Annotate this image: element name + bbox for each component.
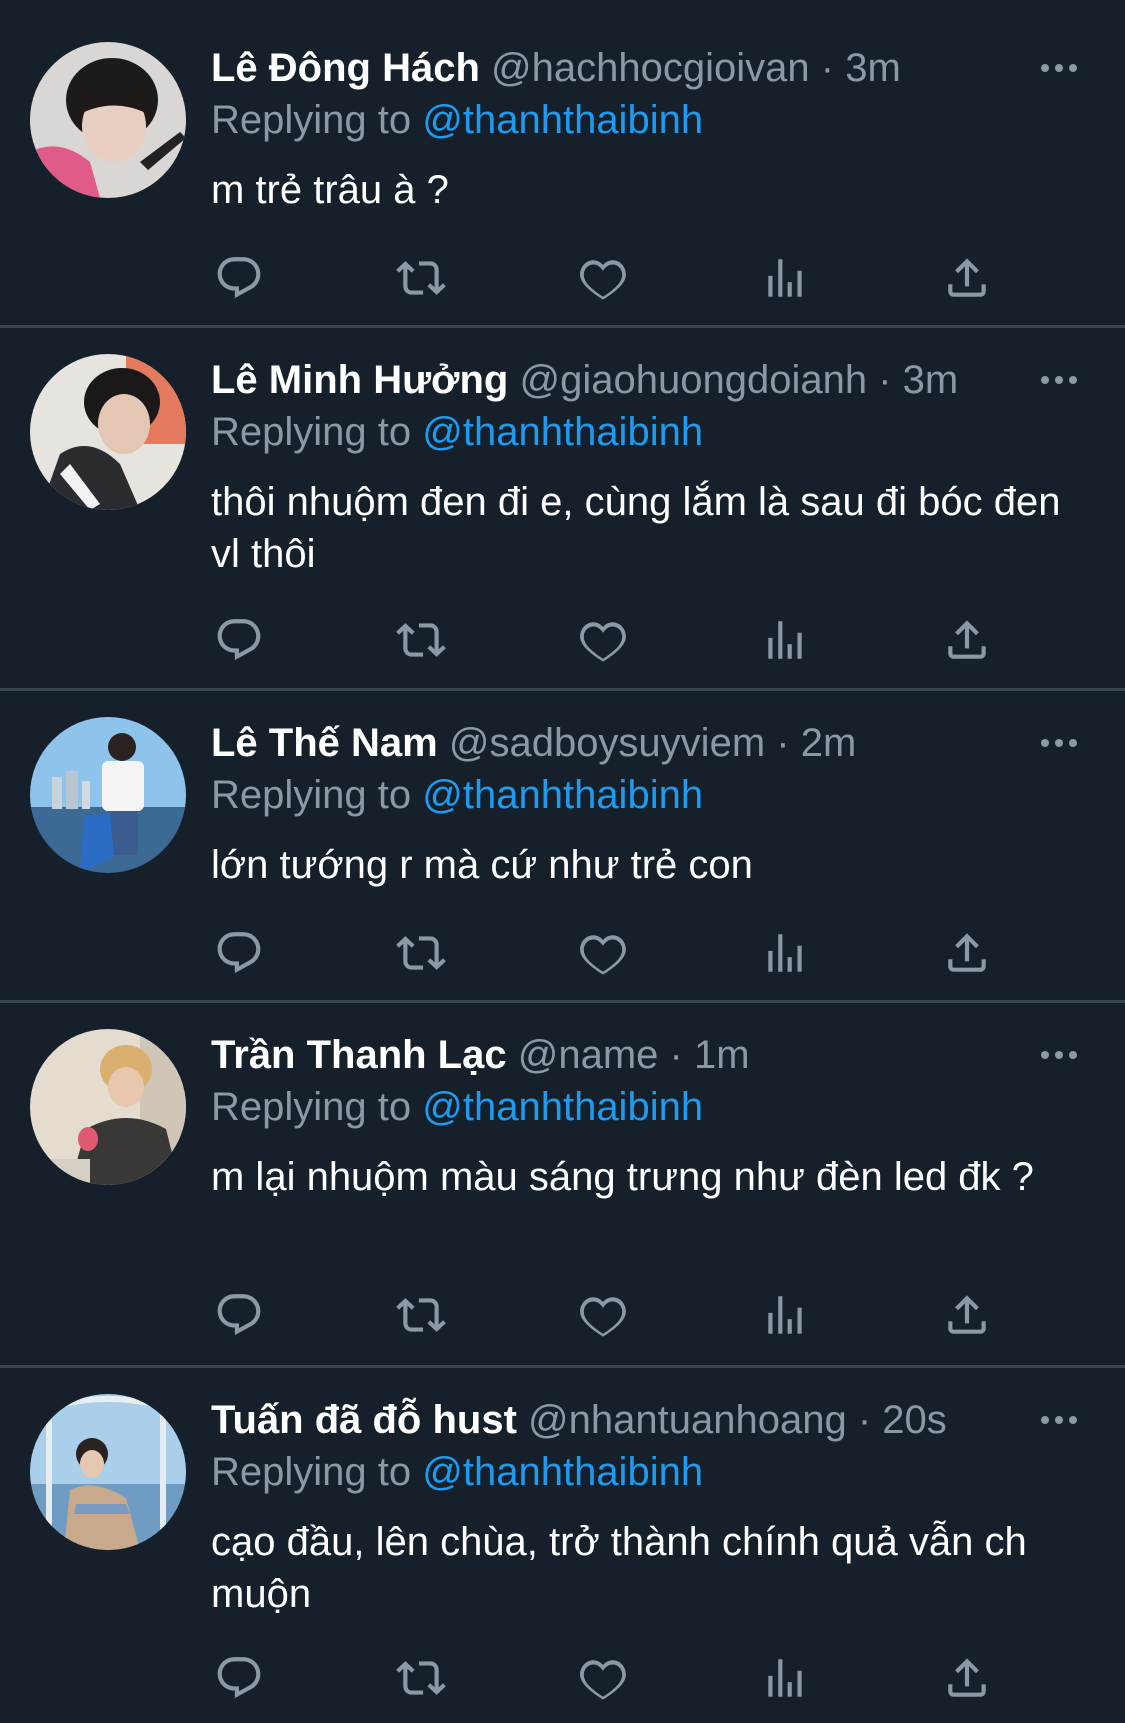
- tweet-header: Lê Đông Hách @hachhocgioivan · 3m: [211, 40, 995, 96]
- tweet-text: thôi nhuộm đen đi e, cùng lắm là sau đi …: [211, 480, 1061, 576]
- retweet-icon[interactable]: [393, 250, 449, 306]
- analytics-icon[interactable]: [757, 925, 813, 981]
- avatar[interactable]: [30, 1394, 186, 1550]
- replying-prefix: Replying to: [211, 773, 412, 817]
- display-name[interactable]: Tuấn đã đỗ hust: [211, 1398, 517, 1442]
- tweet[interactable]: Lê Thế Nam @sadboysuyviem · 2m Replying …: [0, 691, 1125, 1001]
- action-bar: [211, 250, 1001, 306]
- display-name[interactable]: Trần Thanh Lạc: [211, 1033, 507, 1077]
- avatar[interactable]: [30, 1029, 186, 1185]
- like-icon[interactable]: [575, 250, 631, 306]
- tweet-header: Trần Thanh Lạc @name · 1m: [211, 1027, 995, 1083]
- timestamp[interactable]: 1m: [694, 1033, 750, 1077]
- share-icon[interactable]: [939, 1650, 995, 1706]
- tweet[interactable]: Tuấn đã đỗ hust @nhantuanhoang · 20s Rep…: [0, 1368, 1125, 1723]
- avatar[interactable]: [30, 42, 186, 198]
- replying-to-link[interactable]: @thanhthaibinh: [422, 98, 703, 142]
- analytics-icon[interactable]: [757, 1287, 813, 1343]
- replying-to-link[interactable]: @thanhthaibinh: [422, 1085, 703, 1129]
- separator-dot: ·: [857, 1398, 872, 1442]
- reply-icon[interactable]: [211, 250, 267, 306]
- avatar[interactable]: [30, 717, 186, 873]
- analytics-icon[interactable]: [757, 1650, 813, 1706]
- avatar-image: [30, 717, 186, 873]
- avatar-image: [30, 42, 186, 198]
- timestamp[interactable]: 3m: [903, 358, 959, 402]
- reply-icon[interactable]: [211, 1287, 267, 1343]
- replying-prefix: Replying to: [211, 98, 412, 142]
- replying-prefix: Replying to: [211, 1450, 412, 1494]
- user-handle[interactable]: @hachhocgioivan: [491, 46, 810, 90]
- replying-to-link[interactable]: @thanhthaibinh: [422, 410, 703, 454]
- share-icon[interactable]: [939, 250, 995, 306]
- retweet-icon[interactable]: [393, 925, 449, 981]
- reply-icon[interactable]: [211, 612, 267, 668]
- user-handle[interactable]: @sadboysuyviem: [449, 721, 765, 765]
- display-name[interactable]: Lê Đông Hách: [211, 46, 480, 90]
- tweet[interactable]: Lê Minh Hưởng @giaohuongdoianh · 3m Repl…: [0, 328, 1125, 690]
- action-bar: [211, 925, 1001, 981]
- user-handle[interactable]: @name: [518, 1033, 659, 1077]
- replying-to-link[interactable]: @thanhthaibinh: [422, 773, 703, 817]
- separator-dot: ·: [878, 358, 892, 402]
- like-icon[interactable]: [575, 612, 631, 668]
- replying-to-line: Replying to @thanhthaibinh: [211, 94, 703, 146]
- tweet-header: Lê Thế Nam @sadboysuyviem · 2m: [211, 715, 995, 771]
- more-icon[interactable]: [1029, 1400, 1089, 1440]
- tweet-text: m trẻ trâu à ?: [211, 168, 449, 212]
- tweet-header: Lê Minh Hưởng @giaohuongdoianh · 3m: [211, 352, 995, 408]
- tweet[interactable]: Trần Thanh Lạc @name · 1m Replying to @t…: [0, 1003, 1125, 1366]
- separator-dot: ·: [669, 1033, 683, 1077]
- action-bar: [211, 612, 1001, 668]
- replying-to-line: Replying to @thanhthaibinh: [211, 1081, 703, 1133]
- avatar-image: [30, 354, 186, 510]
- replying-prefix: Replying to: [211, 410, 412, 454]
- like-icon[interactable]: [575, 1287, 631, 1343]
- timestamp[interactable]: 20s: [882, 1398, 947, 1442]
- timestamp[interactable]: 3m: [845, 46, 901, 90]
- avatar-image: [30, 1394, 186, 1550]
- avatar-image: [30, 1029, 186, 1185]
- action-bar: [211, 1650, 1001, 1706]
- replying-prefix: Replying to: [211, 1085, 412, 1129]
- share-icon[interactable]: [939, 612, 995, 668]
- replying-to-line: Replying to @thanhthaibinh: [211, 406, 703, 458]
- user-handle[interactable]: @nhantuanhoang: [528, 1398, 847, 1442]
- replying-to-line: Replying to @thanhthaibinh: [211, 769, 703, 821]
- analytics-icon[interactable]: [757, 612, 813, 668]
- share-icon[interactable]: [939, 925, 995, 981]
- separator-dot: ·: [776, 721, 790, 765]
- action-bar: [211, 1287, 1001, 1343]
- like-icon[interactable]: [575, 1650, 631, 1706]
- more-icon[interactable]: [1029, 360, 1089, 400]
- more-icon[interactable]: [1029, 723, 1089, 763]
- retweet-icon[interactable]: [393, 1650, 449, 1706]
- tweet-header: Tuấn đã đỗ hust @nhantuanhoang · 20s: [211, 1392, 995, 1448]
- tweet-text: m lại nhuộm màu sáng trưng như đèn led đ…: [211, 1155, 1034, 1199]
- timestamp[interactable]: 2m: [801, 721, 857, 765]
- retweet-icon[interactable]: [393, 1287, 449, 1343]
- replying-to-line: Replying to @thanhthaibinh: [211, 1446, 703, 1498]
- replying-to-link[interactable]: @thanhthaibinh: [422, 1450, 703, 1494]
- display-name[interactable]: Lê Minh Hưởng: [211, 358, 508, 402]
- more-icon[interactable]: [1029, 48, 1089, 88]
- analytics-icon[interactable]: [757, 250, 813, 306]
- user-handle[interactable]: @giaohuongdoianh: [520, 358, 868, 402]
- tweet-text: lớn tướng r mà cứ như trẻ con: [211, 843, 753, 887]
- tweet[interactable]: Lê Đông Hách @hachhocgioivan · 3m Replyi…: [0, 0, 1125, 327]
- reply-icon[interactable]: [211, 925, 267, 981]
- tweet-text: cạo đầu, lên chùa, trở thành chính quả v…: [211, 1520, 1027, 1616]
- reply-icon[interactable]: [211, 1650, 267, 1706]
- share-icon[interactable]: [939, 1287, 995, 1343]
- retweet-icon[interactable]: [393, 612, 449, 668]
- like-icon[interactable]: [575, 925, 631, 981]
- avatar[interactable]: [30, 354, 186, 510]
- more-icon[interactable]: [1029, 1035, 1089, 1075]
- separator-dot: ·: [820, 46, 835, 90]
- display-name[interactable]: Lê Thế Nam: [211, 721, 438, 765]
